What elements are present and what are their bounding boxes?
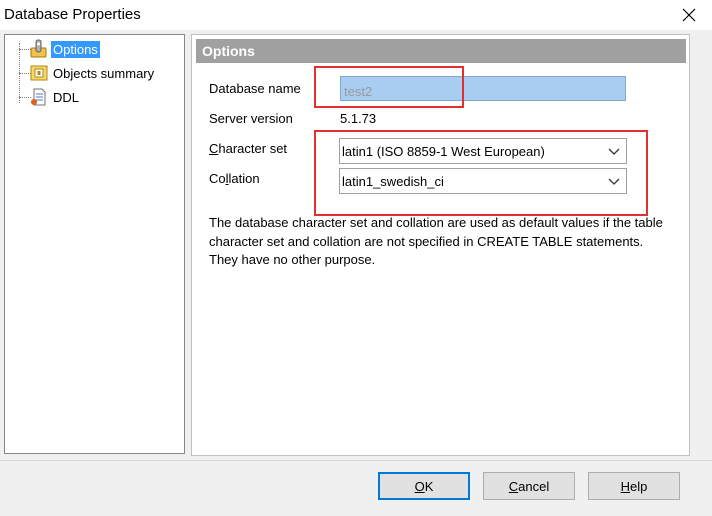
ok-label: K [424,478,434,494]
ddl-document-icon [29,87,51,107]
tree-item-ddl[interactable]: DDL [29,87,81,107]
button-bar-separator [0,460,712,461]
options-header: Options [196,39,686,63]
help-accelerator: H [620,478,631,494]
tree-item-label: Objects summary [53,65,155,81]
title-bar: Database Properties [0,0,712,30]
annotation-box-database-name [314,66,464,108]
server-version-label: Server version [209,111,293,126]
cancel-accelerator: C [508,478,519,494]
ok-accelerator: O [414,478,425,494]
help-label: elp [630,478,648,494]
ok-button[interactable]: OK [378,472,470,500]
tree-item-label: DDL [53,89,80,105]
help-button[interactable]: Help [588,472,680,500]
character-set-label: Character set [209,141,288,156]
objects-summary-icon [29,63,51,83]
cancel-button[interactable]: Cancel [483,472,575,500]
window-title: Database Properties [4,6,141,23]
options-icon [29,39,51,59]
server-version-value: 5.1.73 [340,111,377,126]
close-icon [682,8,696,22]
database-properties-window: Database Properties Options Objects summ… [0,0,712,516]
cancel-label: ancel [518,478,550,494]
tree-item-label: Options [51,40,100,58]
info-description: The database character set and collation… [209,215,663,267]
tree-item-options[interactable]: Options [29,39,100,59]
close-button[interactable] [666,0,712,30]
database-name-label: Database name [209,81,301,96]
annotation-box-charset-collation [314,130,648,216]
collation-label: Collation [209,171,260,186]
navigation-tree[interactable]: Options Objects summary DDL [4,34,185,454]
tree-item-objects-summary[interactable]: Objects summary [29,63,156,83]
